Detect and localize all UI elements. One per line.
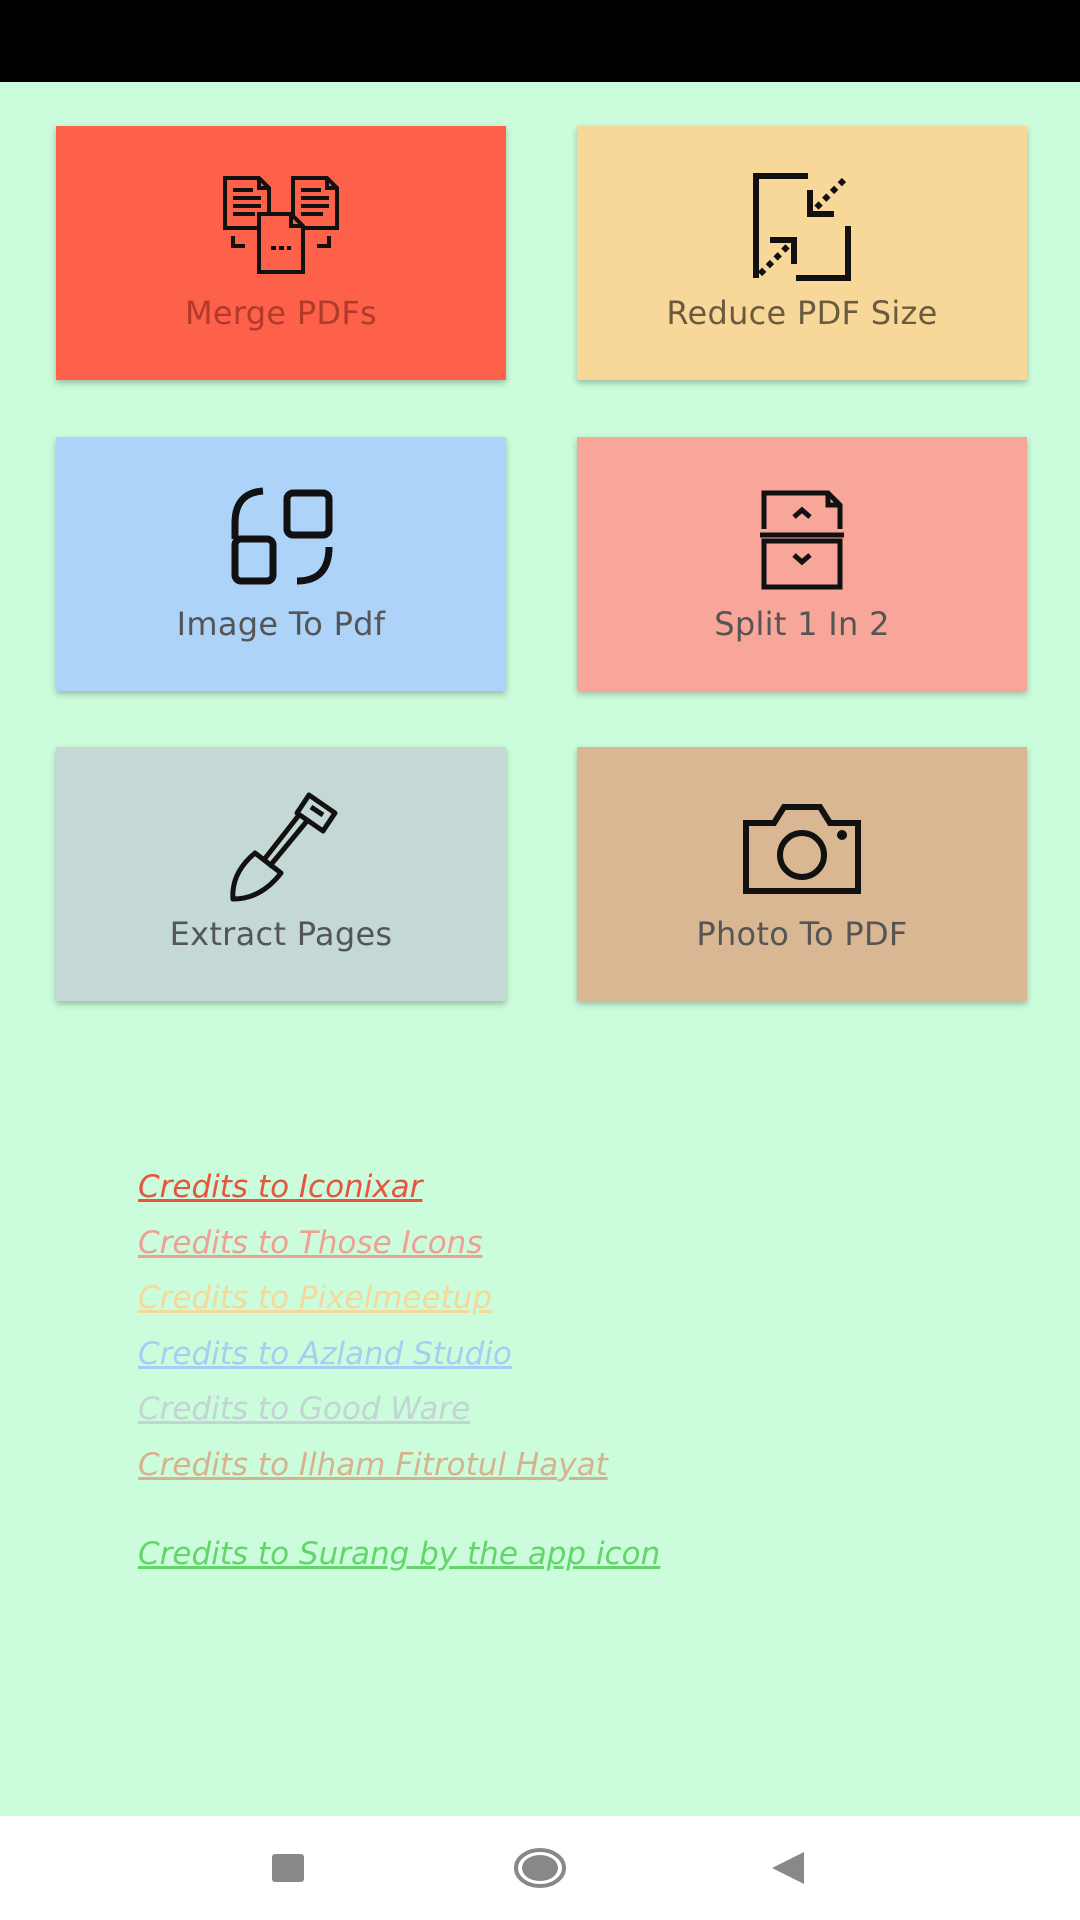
credit-link-ilham-fitrotul-hayat[interactable]: Credits to Ilham Fitrotul Hayat — [138, 1438, 660, 1494]
tool-label: Split 1 In 2 — [714, 605, 890, 643]
square-icon — [272, 1854, 304, 1882]
tool-label: Extract Pages — [169, 915, 393, 953]
merge-documents-icon — [56, 166, 506, 286]
shovel-icon — [56, 787, 506, 907]
credit-link-those-icons[interactable]: Credits to Those Icons — [138, 1216, 660, 1272]
back-button[interactable] — [758, 1838, 818, 1898]
tool-label: Reduce PDF Size — [666, 294, 938, 332]
triangle-back-icon — [772, 1852, 804, 1884]
home-button[interactable] — [510, 1838, 570, 1898]
split-1-in-2-tile[interactable]: Split 1 In 2 — [577, 437, 1027, 691]
tool-label: Merge PDFs — [184, 294, 378, 332]
credit-link-azland-studio[interactable]: Credits to Azland Studio — [138, 1327, 660, 1383]
reduce-pdf-size-tile[interactable]: Reduce PDF Size — [577, 126, 1027, 380]
extract-pages-tile[interactable]: Extract Pages — [56, 747, 506, 1001]
navigation-bar — [0, 1816, 1080, 1920]
image-convert-icon — [56, 477, 506, 597]
photo-to-pdf-tile[interactable]: Photo To PDF — [577, 747, 1027, 1001]
credits-list: Credits to Iconixar Credits to Those Ico… — [138, 1160, 660, 1583]
compress-arrows-icon — [577, 166, 1027, 286]
credit-link-iconixar[interactable]: Credits to Iconixar — [138, 1160, 660, 1216]
status-bar — [0, 0, 1080, 82]
recents-button[interactable] — [258, 1838, 318, 1898]
credit-link-pixelmeetup[interactable]: Credits to Pixelmeetup — [138, 1271, 660, 1327]
circle-icon — [514, 1848, 566, 1888]
credit-link-surang[interactable]: Credits to Surang by the app icon — [138, 1527, 660, 1583]
camera-icon — [577, 787, 1027, 907]
merge-pdfs-tile[interactable]: Merge PDFs — [56, 126, 506, 380]
credit-link-good-ware[interactable]: Credits to Good Ware — [138, 1382, 660, 1438]
split-document-icon — [577, 477, 1027, 597]
tool-label: Image To Pdf — [176, 605, 386, 643]
image-to-pdf-tile[interactable]: Image To Pdf — [56, 437, 506, 691]
tool-label: Photo To PDF — [696, 915, 908, 953]
